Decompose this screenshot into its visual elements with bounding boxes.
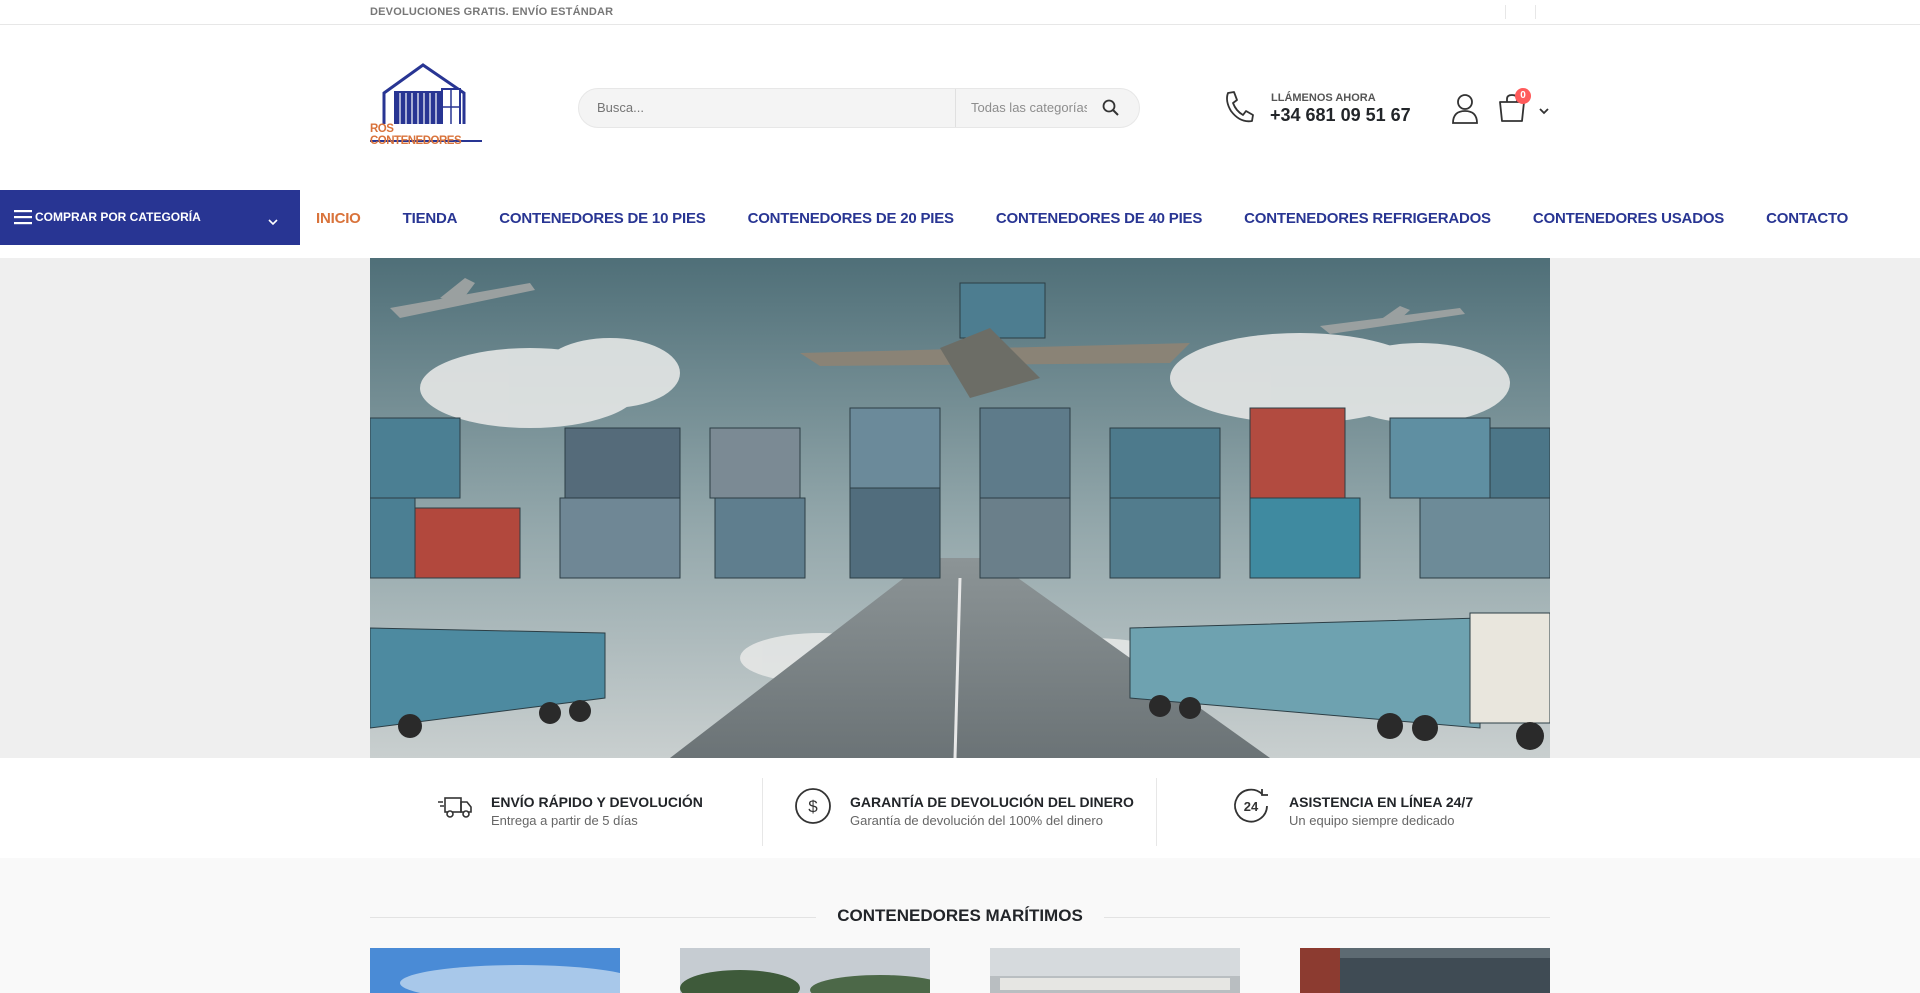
feature-title: ENVÍO RÁPIDO Y DEVOLUCIÓN [491,794,703,810]
nav-item-contenedores-refrigerados[interactable]: CONTENEDORES REFRIGERADOS [1244,210,1491,230]
user-icon[interactable] [1450,93,1480,125]
section-title: CONTENEDORES MARÍTIMOS [837,906,1083,925]
feature-shipping: ENVÍO RÁPIDO Y DEVOLUCIÓN Entrega a part… [436,778,736,838]
topbar-separators [1505,5,1539,19]
search-bar: Todas las categorías [578,88,1140,128]
feature-subtitle: Garantía de devolución del 100% del dine… [850,813,1103,828]
feature-subtitle: Un equipo siempre dedicado [1289,813,1455,828]
hero-banner-image[interactable] [370,258,1550,758]
nav-item-tienda[interactable]: TIENDA [403,210,458,230]
nav-item-inicio[interactable]: INICIO [316,210,361,230]
product-card-image[interactable] [680,948,930,993]
search-icon[interactable] [1101,98,1125,118]
features-bar: ENVÍO RÁPIDO Y DEVOLUCIÓN Entrega a part… [0,758,1920,858]
feature-title: GARANTÍA DE DEVOLUCIÓN DEL DINERO [850,794,1134,810]
nav-item-contenedores-40-pies[interactable]: CONTENEDORES DE 40 PIES [996,210,1202,230]
svg-text:24: 24 [1244,799,1259,814]
product-card-image[interactable] [990,948,1240,993]
product-card-image[interactable] [370,948,620,993]
nav-item-contacto[interactable]: CONTACTO [1766,210,1848,230]
chevron-down-icon[interactable] [1538,103,1550,115]
chevron-down-icon [268,213,278,226]
dollar-icon: $ [793,786,833,826]
site-header: ROS CONTENEDORES Todas las categorías LL… [0,25,1920,190]
site-logo[interactable]: ROS CONTENEDORES [370,61,482,147]
search-divider [955,89,956,127]
topbar-promo-text: DEVOLUCIONES GRATIS. ENVÍO ESTÁNDAR [370,6,614,18]
phone-number[interactable]: +34 681 09 51 67 [1270,105,1411,126]
search-input[interactable] [597,100,927,115]
top-bar: DEVOLUCIONES GRATIS. ENVÍO ESTÁNDAR [0,0,1920,25]
feature-title: ASISTENCIA EN LÍNEA 24/7 [1289,794,1474,810]
logo-text: ROS CONTENEDORES [370,123,462,147]
phone-icon [1222,89,1256,125]
nav-item-contenedores-10-pies[interactable]: CONTENEDORES DE 10 PIES [499,210,705,230]
svg-text:$: $ [808,797,818,816]
nav-item-contenedores-20-pies[interactable]: CONTENEDORES DE 20 PIES [748,210,954,230]
menu-icon [14,209,32,225]
cart-count-badge: 0 [1515,88,1531,104]
feature-subtitle: Entrega a partir de 5 días [491,813,638,828]
support-24-icon: 24 [1232,786,1272,826]
category-button-label: COMPRAR POR CATEGORÍA [35,210,201,224]
truck-icon [436,786,476,826]
search-category-select[interactable]: Todas las categorías [971,100,1087,115]
feature-money-back: $ GARANTÍA DE DEVOLUCIÓN DEL DINERO Gara… [793,778,1153,838]
main-nav: INICIO TIENDA CONTENEDORES DE 10 PIES CO… [316,210,1890,230]
nav-item-contenedores-usados[interactable]: CONTENEDORES USADOS [1533,210,1724,230]
shop-by-category-button[interactable]: COMPRAR POR CATEGORÍA [0,190,300,245]
feature-support: 24 ASISTENCIA EN LÍNEA 24/7 Un equipo si… [1232,778,1532,838]
feature-divider [762,778,763,846]
feature-divider [1156,778,1157,846]
product-card-image[interactable] [1300,948,1550,993]
section-maritime-containers: CONTENEDORES MARÍTIMOS [0,858,1920,993]
call-label: LLÁMENOS AHORA [1271,92,1376,104]
